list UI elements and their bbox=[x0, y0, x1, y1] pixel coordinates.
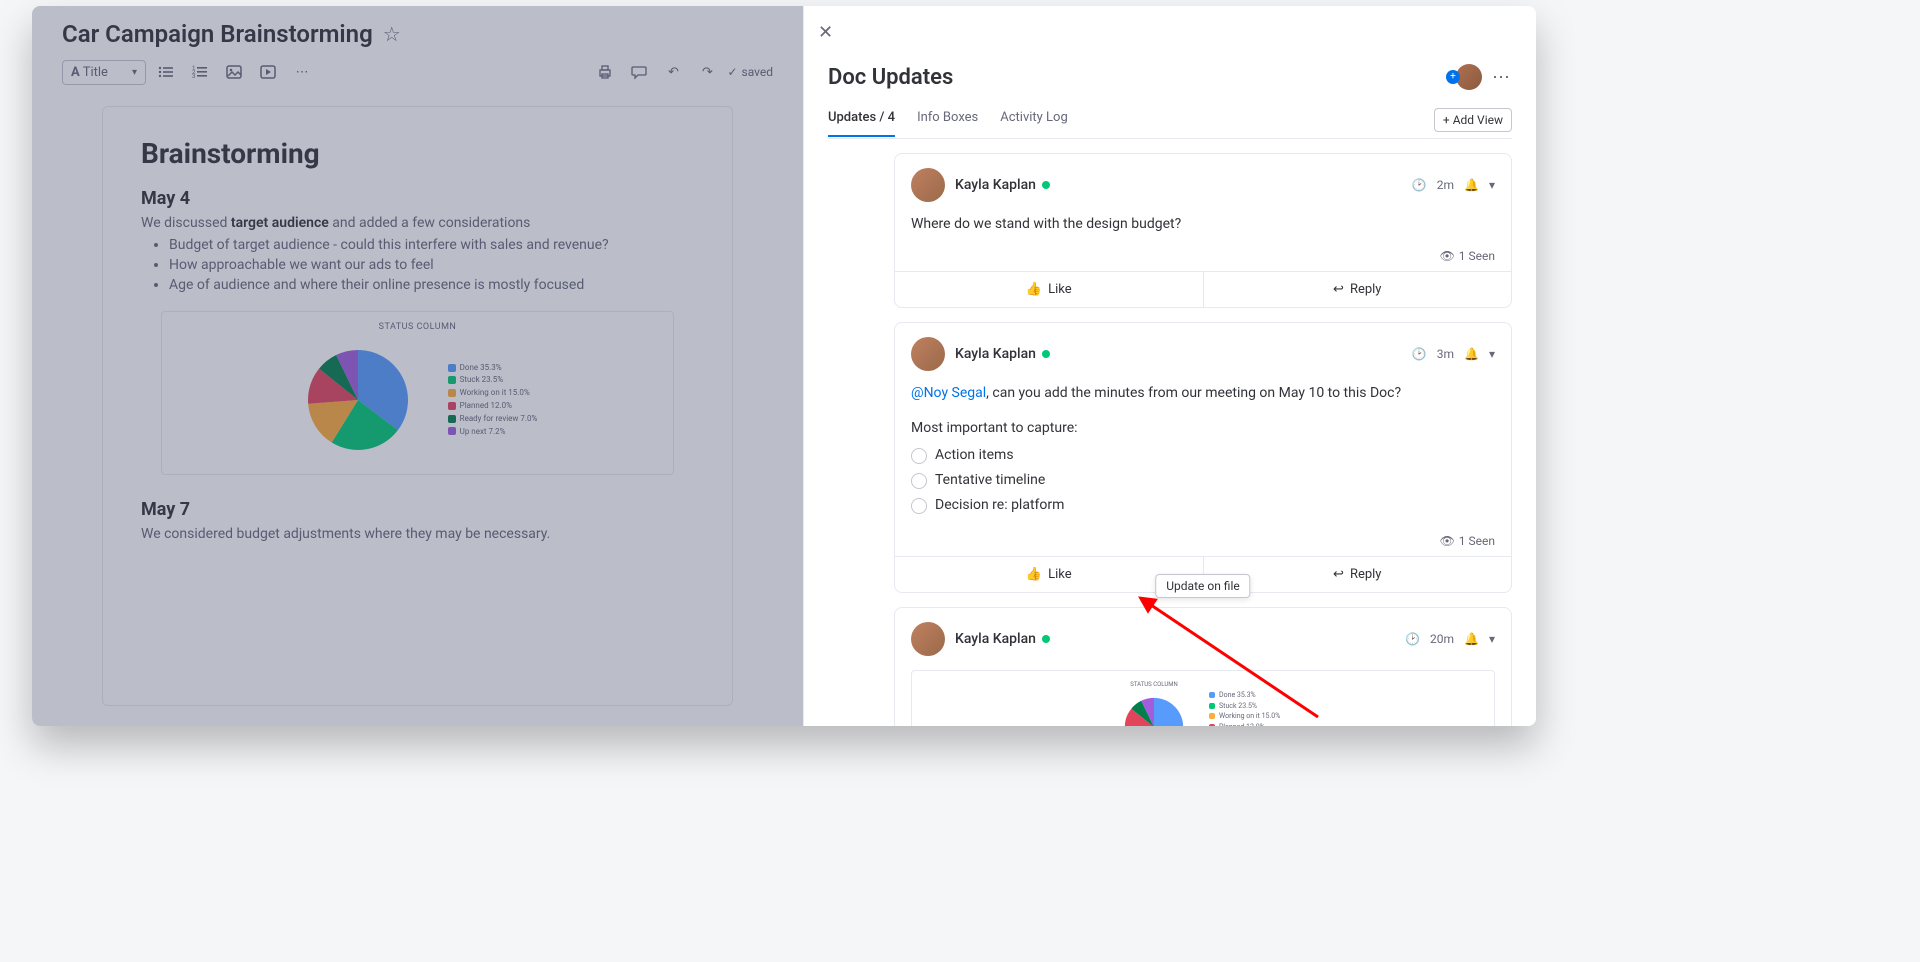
video-icon[interactable] bbox=[254, 58, 282, 86]
clock-icon: 🕑 bbox=[1405, 632, 1420, 646]
update-time: 20m bbox=[1430, 632, 1454, 646]
section-heading: May 4 bbox=[141, 188, 694, 209]
update-card: Kayla Kaplan 🕑 3m 🔔 ▾ @Noy Segal, can yo… bbox=[894, 322, 1512, 593]
avatar[interactable] bbox=[911, 622, 945, 656]
doc-paragraph: We discussed target audience and added a… bbox=[141, 215, 694, 231]
reply-button[interactable]: ↩ Reply bbox=[1203, 272, 1512, 307]
eye-icon: 👁 bbox=[1440, 534, 1455, 548]
update-subhead: Most important to capture: bbox=[911, 418, 1495, 439]
doc-bullets: Budget of target audience - could this i… bbox=[141, 237, 694, 293]
radio-icon[interactable] bbox=[911, 473, 927, 489]
checklist-item[interactable]: Tentative timeline bbox=[911, 470, 1495, 491]
author-name[interactable]: Kayla Kaplan bbox=[955, 346, 1050, 362]
section-heading: May 7 bbox=[141, 499, 694, 520]
member-avatar[interactable]: + bbox=[1456, 64, 1482, 90]
text-style-label: Title bbox=[83, 65, 108, 80]
clock-icon: 🕑 bbox=[1412, 347, 1427, 361]
bell-icon[interactable]: 🔔 bbox=[1464, 632, 1479, 646]
clock-icon: 🕑 bbox=[1412, 178, 1427, 192]
toolbar: A Title ▾ 123 ⋯ ↶ ↷ bbox=[32, 52, 803, 92]
bell-icon[interactable]: 🔔 bbox=[1464, 178, 1479, 192]
image-icon[interactable] bbox=[220, 58, 248, 86]
chart-legend: Done 35.3%Stuck 23.5%Working on it 15.0%… bbox=[448, 362, 538, 439]
mention[interactable]: @Noy Segal bbox=[911, 385, 986, 401]
close-icon[interactable]: ✕ bbox=[818, 22, 833, 43]
online-indicator bbox=[1042, 350, 1050, 358]
panel-title: Doc Updates bbox=[828, 65, 953, 90]
print-icon[interactable] bbox=[591, 58, 619, 86]
checklist: Action items Tentative timeline Decision… bbox=[911, 445, 1495, 516]
star-icon[interactable]: ☆ bbox=[383, 22, 401, 46]
chevron-down-icon[interactable]: ▾ bbox=[1489, 347, 1495, 361]
update-time: 3m bbox=[1437, 347, 1454, 361]
list-item: Budget of target audience - could this i… bbox=[169, 237, 694, 253]
tab-activity-log[interactable]: Activity Log bbox=[1000, 110, 1068, 137]
bulleted-list-icon[interactable] bbox=[152, 58, 180, 86]
panel-more-icon[interactable]: ⋯ bbox=[1492, 67, 1512, 88]
checklist-item[interactable]: Decision re: platform bbox=[911, 495, 1495, 516]
chart-title: STATUS COLUMN bbox=[1119, 681, 1189, 688]
list-item: Age of audience and where their online p… bbox=[169, 277, 694, 293]
radio-icon[interactable] bbox=[911, 448, 927, 464]
attached-chart[interactable]: STATUS COLUMN Done 35.3%Stuck 23.5%Worki… bbox=[911, 670, 1495, 726]
chart-title: STATUS COLUMN bbox=[379, 322, 457, 332]
update-body: Where do we stand with the design budget… bbox=[895, 210, 1511, 249]
online-indicator bbox=[1042, 635, 1050, 643]
embedded-chart[interactable]: STATUS COLUMN Done 35.3%Stuck 23.5%Worki… bbox=[161, 311, 674, 475]
chevron-down-icon: ▾ bbox=[132, 67, 137, 78]
numbered-list-icon[interactable]: 123 bbox=[186, 58, 214, 86]
add-view-button[interactable]: + Add View bbox=[1434, 108, 1512, 132]
text-style-select[interactable]: A Title ▾ bbox=[62, 60, 146, 85]
list-item: How approachable we want our ads to feel bbox=[169, 257, 694, 273]
doc-canvas[interactable]: Brainstorming May 4 We discussed target … bbox=[102, 106, 733, 706]
pie-chart bbox=[1119, 692, 1189, 726]
updates-panel: ✕ Doc Updates + ⋯ Updates / 4 Info Boxes… bbox=[804, 6, 1536, 726]
chart-legend: Done 35.3%Stuck 23.5%Working on it 15.0%… bbox=[1209, 690, 1287, 726]
pie-chart bbox=[298, 340, 418, 460]
online-indicator bbox=[1042, 181, 1050, 189]
chevron-down-icon[interactable]: ▾ bbox=[1489, 178, 1495, 192]
more-icon[interactable]: ⋯ bbox=[288, 58, 316, 86]
doc-title[interactable]: Car Campaign Brainstorming bbox=[62, 20, 373, 48]
add-member-icon[interactable]: + bbox=[1446, 70, 1460, 84]
update-card: Kayla Kaplan 🕑 2m 🔔 ▾ Where do we stand … bbox=[894, 153, 1512, 308]
doc-heading: Brainstorming bbox=[141, 137, 694, 170]
comment-icon[interactable] bbox=[625, 58, 653, 86]
file-tooltip: Update on file bbox=[1155, 574, 1250, 598]
checklist-item[interactable]: Action items bbox=[911, 445, 1495, 466]
update-body: @Noy Segal, can you add the minutes from… bbox=[895, 379, 1511, 534]
doc-paragraph: We considered budget adjustments where t… bbox=[141, 526, 694, 542]
avatar[interactable] bbox=[911, 337, 945, 371]
seen-count[interactable]: 👁 1 Seen bbox=[895, 249, 1511, 271]
chevron-down-icon[interactable]: ▾ bbox=[1489, 632, 1495, 646]
update-time: 2m bbox=[1437, 178, 1454, 192]
svg-text:3: 3 bbox=[192, 73, 195, 80]
redo-icon[interactable]: ↷ bbox=[693, 58, 721, 86]
undo-icon[interactable]: ↶ bbox=[659, 58, 687, 86]
seen-count[interactable]: 👁 1 Seen bbox=[895, 534, 1511, 556]
tab-info-boxes[interactable]: Info Boxes bbox=[917, 110, 978, 137]
bell-icon[interactable]: 🔔 bbox=[1464, 347, 1479, 361]
text-style-prefix: A bbox=[71, 65, 80, 80]
doc-pane: Car Campaign Brainstorming ☆ A Title ▾ 1… bbox=[32, 6, 804, 726]
tab-updates[interactable]: Updates / 4 bbox=[828, 110, 895, 137]
avatar[interactable] bbox=[911, 168, 945, 202]
eye-icon: 👁 bbox=[1440, 249, 1455, 263]
saved-status: ✓ saved bbox=[727, 65, 773, 79]
author-name[interactable]: Kayla Kaplan bbox=[955, 631, 1050, 647]
update-card: Update on file Kayla Kaplan 🕑 20m 🔔 ▾ bbox=[894, 607, 1512, 726]
like-button[interactable]: 👍 Like bbox=[895, 272, 1203, 307]
radio-icon[interactable] bbox=[911, 498, 927, 514]
author-name[interactable]: Kayla Kaplan bbox=[955, 177, 1050, 193]
